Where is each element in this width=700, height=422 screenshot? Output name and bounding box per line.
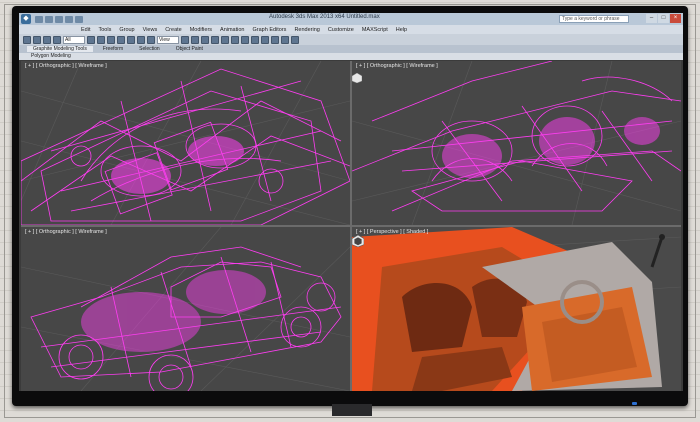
power-led-icon — [632, 402, 637, 405]
ribbon-panel-label[interactable]: Polygon Modeling — [19, 53, 683, 60]
viewport-layout: [ + ] [ Orthographic ] [ Wireframe ] [+… — [21, 61, 681, 391]
menu-item-customize[interactable]: Customize — [328, 27, 354, 33]
manipulate-icon[interactable] — [191, 35, 199, 44]
menu-item-help[interactable]: Help — [396, 27, 407, 33]
rotate-icon[interactable] — [137, 35, 145, 44]
redo-icon[interactable] — [75, 15, 83, 23]
rect-select-icon[interactable] — [107, 35, 115, 44]
viewport-bottom-right-canvas — [352, 227, 681, 391]
viewport-bottom-left[interactable]: [ + ] [ Orthographic ] [ Wireframe ] — [21, 227, 350, 391]
viewport-label[interactable]: [ + ] [ Orthographic ] [ Wireframe ] — [25, 63, 107, 69]
unlink-icon[interactable] — [53, 35, 61, 44]
ribbon-tab-selection[interactable]: Selection — [133, 46, 166, 52]
title-bar: ◆ Autodesk 3ds Max 2013 x64 Untitled.max… — [19, 13, 683, 25]
snaps-icon[interactable] — [201, 35, 209, 44]
layer-manager-icon[interactable] — [251, 35, 259, 44]
menu-item-edit[interactable]: Edit — [81, 27, 90, 33]
angle-snap-icon[interactable] — [211, 35, 219, 44]
ribbon-tab-object-paint[interactable]: Object Paint — [170, 46, 209, 52]
percent-snap-icon[interactable] — [221, 35, 229, 44]
reference-coord-dropdown[interactable]: View — [157, 35, 179, 44]
menu-item-rendering[interactable]: Rendering — [294, 27, 319, 33]
undo-icon[interactable] — [65, 15, 73, 23]
mirror-icon[interactable] — [231, 35, 239, 44]
scale-icon[interactable] — [147, 35, 155, 44]
align-icon[interactable] — [241, 35, 249, 44]
search-input[interactable]: Type a keyword or phrase — [559, 15, 629, 23]
viewport-label[interactable]: [ + ] [ Orthographic ] [ Wireframe ] — [25, 229, 107, 235]
pivot-icon[interactable] — [181, 35, 189, 44]
redo-button[interactable] — [33, 35, 41, 44]
ribbon-tab-graphite-modeling-tools[interactable]: Graphite Modeling Tools — [27, 46, 93, 52]
main-toolbar: All View — [19, 34, 683, 45]
window-controls: – □ × — [646, 14, 681, 23]
render-icon[interactable] — [291, 35, 299, 44]
curve-editor-icon[interactable] — [261, 35, 269, 44]
quick-access-toolbar — [35, 15, 83, 23]
viewcube-icon[interactable] — [352, 73, 362, 83]
menu-item-group[interactable]: Group — [119, 27, 134, 33]
link-icon[interactable] — [43, 35, 51, 44]
viewport-label[interactable]: [ + ] [ Orthographic ] [ Wireframe ] — [356, 63, 438, 69]
viewport-top-left[interactable]: [ + ] [ Orthographic ] [ Wireframe ] — [21, 61, 350, 225]
menu-item-graph-editors[interactable]: Graph Editors — [253, 27, 287, 33]
close-button[interactable]: × — [670, 14, 681, 23]
minimize-button[interactable]: – — [646, 14, 657, 23]
render-setup-icon[interactable] — [281, 35, 289, 44]
menu-bar: Edit Tools Group Views Create Modifiers Animat… — [19, 25, 683, 34]
menu-item-views[interactable]: Views — [143, 27, 158, 33]
material-editor-icon[interactable] — [271, 35, 279, 44]
ribbon-tabs: Graphite Modeling Tools Freeform Selection… — [19, 45, 683, 53]
move-icon[interactable] — [127, 35, 135, 44]
undo-button[interactable] — [23, 35, 31, 44]
viewport-top-right[interactable]: [ + ] [ Orthographic ] [ Wireframe ] — [352, 61, 681, 225]
menu-item-create[interactable]: Create — [165, 27, 182, 33]
new-file-icon[interactable] — [35, 15, 43, 23]
menu-item-maxscript[interactable]: MAXScript — [362, 27, 388, 33]
monitor-stand — [332, 404, 372, 416]
window-title: Autodesk 3ds Max 2013 x64 Untitled.max — [269, 14, 380, 20]
maximize-button[interactable]: □ — [658, 14, 669, 23]
app-logo-icon[interactable]: ◆ — [21, 14, 31, 24]
select-by-name-icon[interactable] — [97, 35, 105, 44]
viewport-label[interactable]: [ + ] [ Perspective ] [ Shaded ] — [356, 229, 428, 235]
viewcube-icon[interactable] — [352, 235, 364, 247]
open-file-icon[interactable] — [45, 15, 53, 23]
menu-item-animation[interactable]: Animation — [220, 27, 244, 33]
viewport-top-right-canvas — [352, 61, 681, 225]
menu-item-tools[interactable]: Tools — [98, 27, 111, 33]
save-file-icon[interactable] — [55, 15, 63, 23]
window-crossing-icon[interactable] — [117, 35, 125, 44]
ribbon-tab-freeform[interactable]: Freeform — [97, 46, 129, 52]
app-window: ◆ Autodesk 3ds Max 2013 x64 Untitled.max… — [19, 13, 683, 391]
selection-filter-dropdown[interactable]: All — [63, 35, 85, 44]
viewport-bottom-right[interactable]: [ + ] [ Perspective ] [ Shaded ] — [352, 227, 681, 391]
viewport-top-left-canvas — [21, 61, 350, 225]
select-object-icon[interactable] — [87, 35, 95, 44]
viewport-bottom-left-canvas — [21, 227, 350, 391]
menu-item-modifiers[interactable]: Modifiers — [190, 27, 212, 33]
